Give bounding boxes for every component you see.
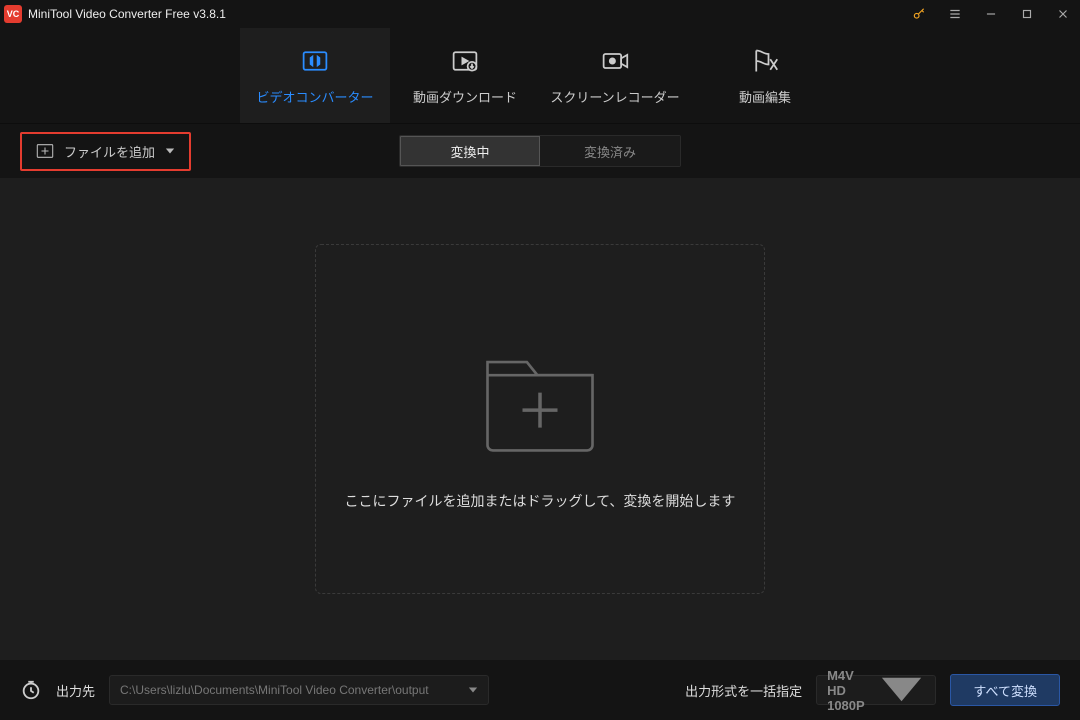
edit-icon [749,45,781,77]
status-tab-converting[interactable]: 変換中 [400,136,540,166]
output-format-select[interactable]: M4V HD 1080P [816,675,936,705]
footer: 出力先 C:\Users\lizlu\Documents\MiniTool Vi… [0,660,1080,720]
tab-video-download[interactable]: 動画ダウンロード [390,28,540,123]
output-format-value: M4V HD 1080P [827,668,870,713]
status-tab-label: 変換済み [584,142,636,161]
main-nav: ビデオコンバーター 動画ダウンロード スクリーンレコーダー 動画編集 [0,28,1080,124]
title-bar-left: VC MiniTool Video Converter Free v3.8.1 [4,5,226,23]
dropzone[interactable]: ここにファイルを追加またはドラッグして、変換を開始します [315,244,765,594]
download-icon [449,45,481,77]
app-title: MiniTool Video Converter Free v3.8.1 [28,7,226,21]
chevron-down-icon [878,666,925,713]
output-format-label: 出力形式を一括指定 [685,681,802,700]
recorder-icon [599,45,631,77]
add-file-button[interactable]: ファイルを追加 [20,132,191,171]
toolbar: ファイルを追加 変換中 変換済み [0,124,1080,178]
add-file-label: ファイルを追加 [64,142,155,161]
tab-label: ビデオコンバーター [256,87,373,106]
main-area: ここにファイルを追加またはドラッグして、変換を開始します [0,178,1080,660]
close-button[interactable] [1054,5,1072,23]
status-tab-label: 変換中 [450,142,489,161]
app-logo-icon: VC [4,5,22,23]
menu-icon[interactable] [946,5,964,23]
tab-video-edit[interactable]: 動画編集 [690,28,840,123]
history-icon[interactable] [20,679,42,701]
status-tab-converted[interactable]: 変換済み [540,136,680,166]
convert-all-label: すべて変換 [973,681,1037,700]
maximize-button[interactable] [1018,5,1036,23]
status-tabs: 変換中 変換済み [399,135,681,167]
tab-label: 動画ダウンロード [413,87,517,106]
chevron-down-icon [468,685,478,695]
key-icon[interactable] [910,5,928,23]
minimize-button[interactable] [982,5,1000,23]
chevron-down-icon [165,146,175,156]
add-file-icon [36,144,54,158]
tab-label: 動画編集 [739,87,791,106]
output-path-select[interactable]: C:\Users\lizlu\Documents\MiniTool Video … [109,675,489,705]
tab-video-converter[interactable]: ビデオコンバーター [240,28,390,123]
title-bar: VC MiniTool Video Converter Free v3.8.1 [0,0,1080,28]
tab-label: スクリーンレコーダー [550,87,679,106]
output-dest-label: 出力先 [56,681,95,700]
output-path-value: C:\Users\lizlu\Documents\MiniTool Video … [120,683,429,697]
convert-all-button[interactable]: すべて変換 [950,674,1060,706]
convert-icon [299,45,331,77]
tab-screen-recorder[interactable]: スクリーンレコーダー [540,28,690,123]
folder-plus-icon [470,327,610,467]
dropzone-label: ここにファイルを追加またはドラッグして、変換を開始します [345,491,736,511]
title-bar-right [910,5,1072,23]
